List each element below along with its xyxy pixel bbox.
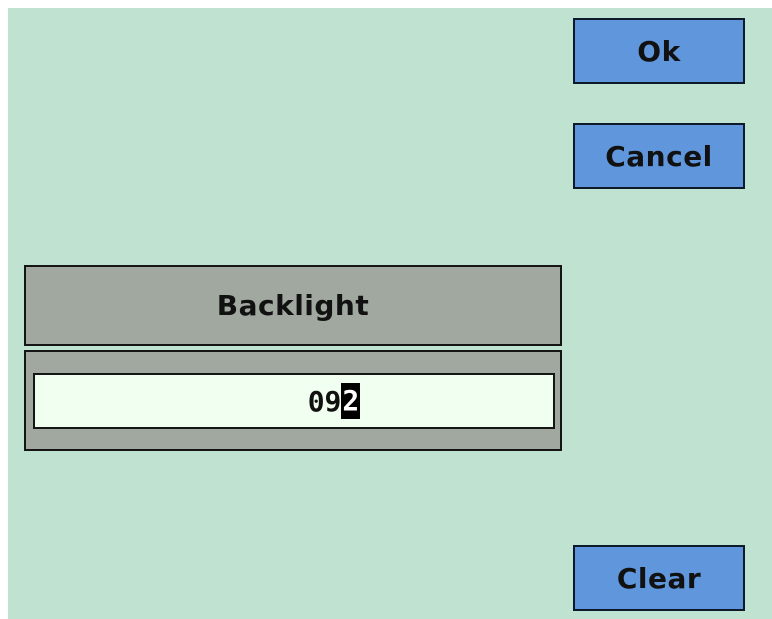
dialog-title-bar: Backlight	[24, 265, 562, 346]
cursor-character: 2	[341, 383, 361, 419]
dialog-body: 09 2	[24, 350, 562, 451]
value-text: 09 2	[308, 383, 361, 419]
ok-button[interactable]: Ok	[573, 18, 745, 84]
clear-button[interactable]: Clear	[573, 545, 745, 611]
value-input[interactable]: 09 2	[33, 373, 555, 429]
value-prefix: 09	[307, 384, 342, 418]
device-screen: Ok Cancel Backlight 09 2 Clear	[8, 8, 772, 619]
ok-button-label: Ok	[637, 34, 681, 68]
dialog-title: Backlight	[216, 289, 370, 322]
cancel-button-label: Cancel	[605, 139, 713, 173]
clear-button-label: Clear	[616, 561, 702, 595]
cancel-button[interactable]: Cancel	[573, 123, 745, 189]
